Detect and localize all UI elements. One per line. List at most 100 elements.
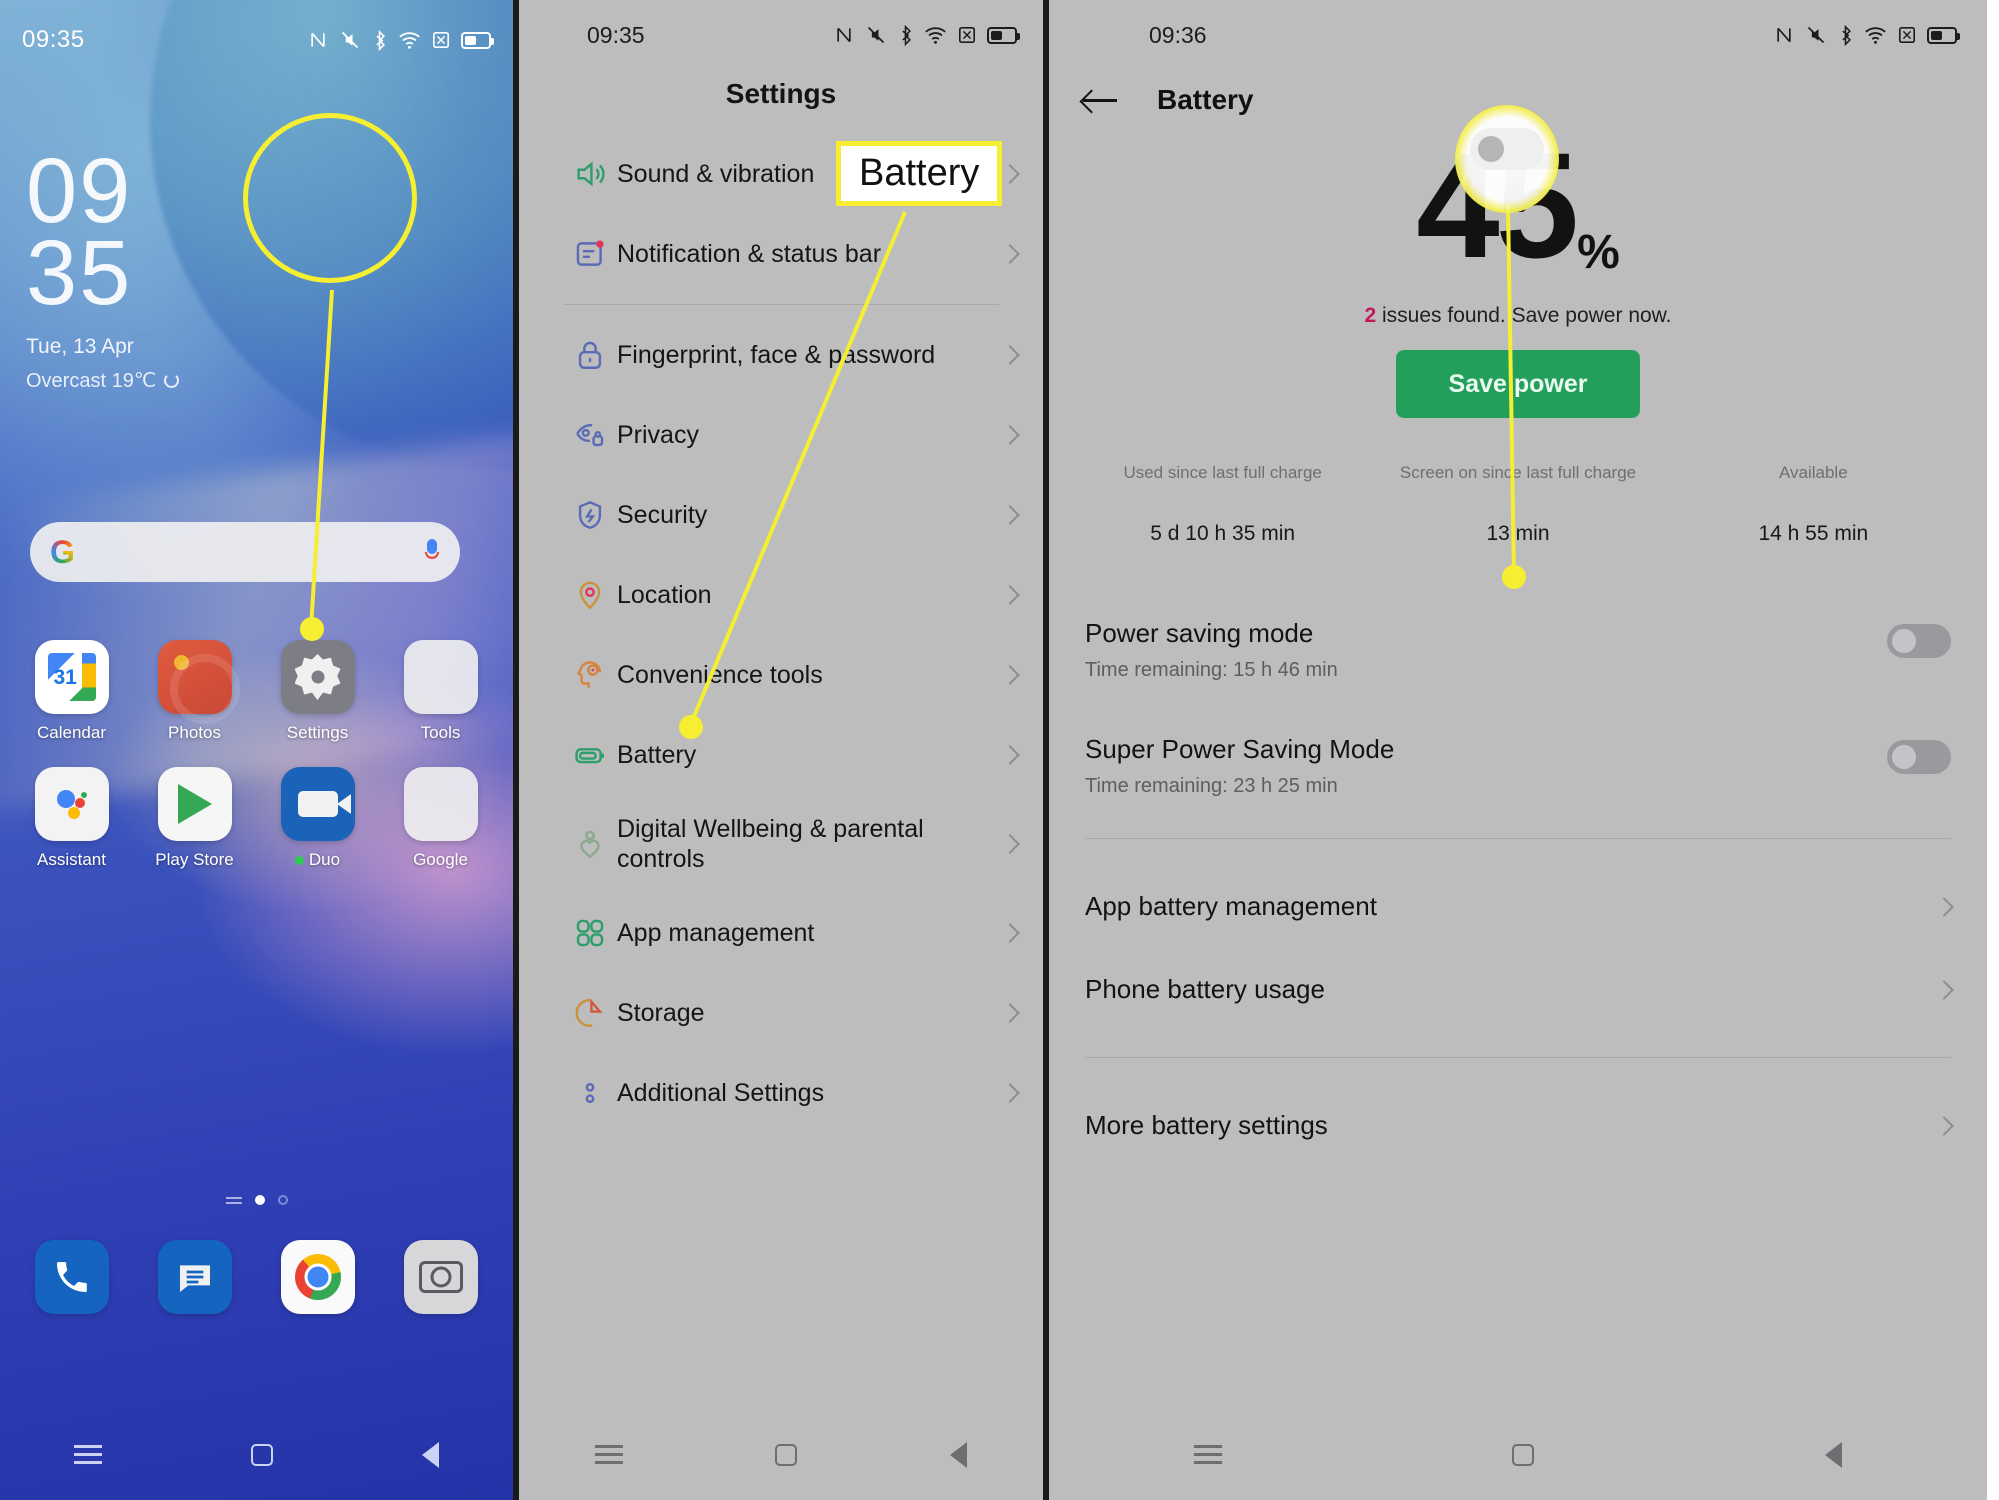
settings-item-additional-settings[interactable]: Additional Settings xyxy=(519,1053,1043,1133)
settings-item-label: Digital Wellbeing & parental controls xyxy=(617,814,924,874)
clock-minutes: 35 xyxy=(26,222,133,324)
battery-stat: Available 14 h 55 min xyxy=(1666,462,1961,546)
back-icon[interactable] xyxy=(421,1442,439,1468)
bluetooth-icon xyxy=(902,24,911,46)
settings-item-sound[interactable]: Sound & vibration xyxy=(519,134,1043,214)
battery-percent-symbol: % xyxy=(1577,226,1620,279)
page-dot[interactable] xyxy=(277,1195,288,1205)
status-clock: 09:35 xyxy=(587,21,645,48)
app-calendar[interactable]: 31 Calendar xyxy=(10,640,133,743)
back-icon[interactable] xyxy=(949,1442,967,1468)
google-assistant-icon[interactable] xyxy=(34,767,109,841)
home-icon[interactable] xyxy=(1512,1444,1535,1466)
calendar-icon[interactable]: 31 xyxy=(34,640,109,714)
location-pin-icon xyxy=(563,578,617,612)
additional-dots-icon xyxy=(563,1076,617,1110)
phone-icon[interactable] xyxy=(34,1240,109,1314)
app-assistant[interactable]: Assistant xyxy=(10,767,133,870)
speaker-icon xyxy=(563,157,617,191)
chevron-right-icon xyxy=(1934,979,1954,1000)
photos-icon[interactable] xyxy=(157,640,240,724)
wallpaper-planet xyxy=(150,0,513,470)
microphone-icon[interactable] xyxy=(424,539,440,565)
home-icon[interactable] xyxy=(775,1444,798,1466)
app-google-folder[interactable]: Google xyxy=(379,767,502,870)
settings-item-security[interactable]: Security xyxy=(519,475,1043,555)
settings-item-battery[interactable]: Battery xyxy=(519,715,1043,795)
messages-icon[interactable] xyxy=(157,1240,232,1314)
settings-list-panel: 09:35 Settings Sound & vibration Notific… xyxy=(513,0,1049,1500)
refresh-icon[interactable] xyxy=(164,373,180,388)
chevron-right-icon xyxy=(1000,665,1020,685)
chevron-right-icon xyxy=(1000,1003,1020,1023)
page-list-icon[interactable] xyxy=(225,1195,242,1205)
nfc-icon xyxy=(837,27,851,43)
app-play-store[interactable]: Play Store xyxy=(133,767,256,870)
google-search-bar[interactable]: G xyxy=(30,522,460,582)
settings-item-privacy[interactable]: Privacy xyxy=(519,395,1043,475)
battery-issues-text: 2 issues found. Save power now. xyxy=(1049,304,1987,328)
sim-x-icon xyxy=(432,31,450,49)
chevron-right-icon xyxy=(1934,1115,1954,1136)
settings-item-storage[interactable]: Storage xyxy=(519,973,1043,1053)
wifi-icon xyxy=(1865,27,1886,44)
storage-pie-icon xyxy=(563,996,617,1030)
power-saving-mode-row[interactable]: Power saving mode Time remaining: 15 h 4… xyxy=(1085,606,1951,696)
home-icon[interactable] xyxy=(250,1444,273,1466)
settings-item-fingerprint[interactable]: Fingerprint, face & password xyxy=(519,315,1043,395)
camera-icon[interactable] xyxy=(403,1240,478,1314)
recents-icon[interactable] xyxy=(74,1445,103,1465)
battery-icon xyxy=(987,26,1020,44)
row-title: App battery management xyxy=(1085,891,1377,921)
page-dot-active[interactable] xyxy=(254,1195,265,1205)
tools-folder-icon[interactable] xyxy=(403,640,478,714)
settings-item-location[interactable]: Location xyxy=(519,555,1043,635)
settings-item-notification[interactable]: Notification & status bar xyxy=(519,214,1043,294)
settings-item-app-management[interactable]: App management xyxy=(519,893,1043,973)
settings-item-label: Storage xyxy=(617,998,705,1027)
chevron-right-icon xyxy=(1934,896,1954,917)
super-power-saving-toggle[interactable] xyxy=(1887,740,1951,774)
weather-widget[interactable]: Overcast 19℃ xyxy=(26,368,180,393)
app-row-2: Assistant Play Store Duo Google xyxy=(10,767,503,870)
dock-messages[interactable] xyxy=(133,1240,256,1323)
dock-chrome[interactable] xyxy=(256,1240,379,1323)
power-saving-toggle[interactable] xyxy=(1887,624,1951,658)
app-battery-management-row[interactable]: App battery management xyxy=(1049,865,1987,948)
dock-phone[interactable] xyxy=(10,1240,133,1323)
app-label: Duo xyxy=(256,850,379,870)
battery-icon xyxy=(461,31,494,49)
chevron-right-icon xyxy=(1000,244,1020,264)
recents-icon[interactable] xyxy=(1194,1445,1223,1465)
app-tools-folder[interactable]: Tools xyxy=(379,640,502,743)
home-navigation-bar xyxy=(0,1420,513,1490)
settings-item-digital-wellbeing[interactable]: Digital Wellbeing & parental controls xyxy=(519,795,1043,893)
row-text: Super Power Saving Mode Time remaining: … xyxy=(1085,734,1887,798)
settings-item-label: Privacy xyxy=(617,420,699,449)
section-divider xyxy=(1085,838,1951,839)
row-subtitle: Time remaining: 23 h 25 min xyxy=(1085,775,1338,797)
nfc-icon xyxy=(1777,27,1791,43)
save-power-button[interactable]: Save power xyxy=(1396,350,1640,418)
back-arrow-icon[interactable] xyxy=(1083,88,1117,112)
settings-gear-icon[interactable] xyxy=(280,640,355,714)
issues-count: 2 xyxy=(1364,304,1377,327)
google-folder-icon[interactable] xyxy=(403,767,478,841)
app-photos[interactable]: Photos xyxy=(133,640,256,743)
app-duo[interactable]: Duo xyxy=(256,767,379,870)
google-duo-icon[interactable] xyxy=(280,767,355,841)
chevron-right-icon xyxy=(1000,425,1020,445)
chrome-icon[interactable] xyxy=(280,1240,355,1314)
app-settings[interactable]: Settings xyxy=(256,640,379,743)
super-power-saving-mode-row[interactable]: Super Power Saving Mode Time remaining: … xyxy=(1085,722,1951,812)
settings-item-convenience-tools[interactable]: Convenience tools xyxy=(519,635,1043,715)
back-icon[interactable] xyxy=(1824,1442,1842,1468)
play-store-icon[interactable] xyxy=(157,767,232,841)
status-icon-group xyxy=(308,29,494,51)
dock-camera[interactable] xyxy=(379,1240,502,1323)
convenience-head-icon xyxy=(563,658,617,692)
phone-battery-usage-row[interactable]: Phone battery usage xyxy=(1049,948,1987,1031)
more-battery-settings-row[interactable]: More battery settings xyxy=(1049,1084,1987,1167)
row-title: Power saving mode xyxy=(1085,618,1314,648)
recents-icon[interactable] xyxy=(595,1445,624,1465)
